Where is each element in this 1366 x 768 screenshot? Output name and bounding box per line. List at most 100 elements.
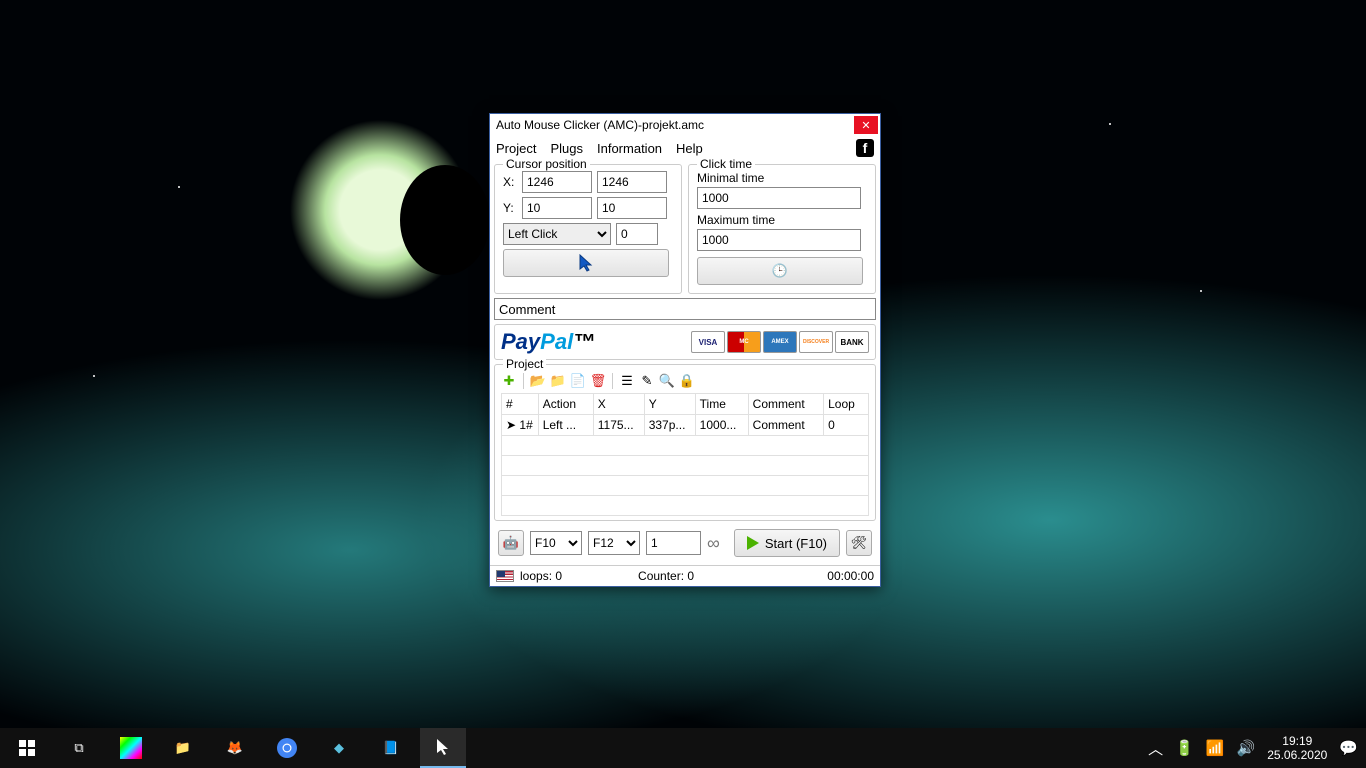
col-action[interactable]: Action <box>538 394 593 415</box>
facebook-icon[interactable]: f <box>856 139 874 157</box>
start-hotkey-select[interactable]: F10 <box>530 531 582 555</box>
col-loop[interactable]: Loop <box>824 394 869 415</box>
infinity-icon[interactable]: ∞ <box>707 533 720 554</box>
action-center-icon[interactable]: 💬 <box>1339 739 1358 757</box>
clock-icon: 🕒 <box>772 263 788 279</box>
table-row <box>502 456 869 476</box>
minimal-time-input[interactable] <box>697 187 861 209</box>
amex-card-icon: AMEX <box>763 331 797 353</box>
search-icon[interactable]: 🔍 <box>659 373 675 389</box>
list-icon[interactable]: ☰ <box>619 373 635 389</box>
taskbar-amc-app[interactable] <box>420 728 466 768</box>
cell-x: 1175... <box>593 415 644 436</box>
titlebar[interactable]: Auto Mouse Clicker (AMC)-projekt.amc ✕ <box>490 114 880 136</box>
col-num[interactable]: # <box>502 394 539 415</box>
start-menu-button[interactable] <box>4 728 50 768</box>
taskbar-firefox[interactable]: 🦊 <box>212 728 258 768</box>
pick-cursor-button[interactable] <box>503 249 669 277</box>
settings-button[interactable]: 🛠 <box>846 530 872 556</box>
comment-input[interactable] <box>494 298 876 320</box>
start-button-label: Start (F10) <box>765 536 827 551</box>
click-delay-input[interactable] <box>616 223 658 245</box>
y2-input[interactable] <box>597 197 667 219</box>
table-row <box>502 436 869 456</box>
note-icon: 📘 <box>383 740 399 756</box>
wallpaper-moon <box>400 165 490 275</box>
bank-card-icon: BANK <box>835 331 869 353</box>
table-row <box>502 496 869 516</box>
x1-input[interactable] <box>522 171 592 193</box>
mastercard-icon: MC <box>727 331 761 353</box>
menu-project[interactable]: Project <box>496 141 536 156</box>
cell-num: ➤ 1# <box>502 415 539 436</box>
click-type-select[interactable]: Left Click <box>503 223 611 245</box>
taskbar-file-explorer[interactable]: 📁 <box>160 728 206 768</box>
x-label: X: <box>503 175 517 189</box>
col-y[interactable]: Y <box>644 394 695 415</box>
open-folder-icon[interactable]: 📂 <box>530 373 546 389</box>
delete-icon[interactable]: 🗑 <box>590 373 606 389</box>
cursor-arrow-icon <box>435 738 451 756</box>
star <box>93 375 95 377</box>
wifi-icon[interactable]: 📶 <box>1206 739 1225 757</box>
cursor-arrow-icon <box>578 254 594 272</box>
project-toolbar: ✚ 📂 📁 📄 🗑 ☰ ✎ 🔍 🔒 <box>501 371 869 393</box>
col-time[interactable]: Time <box>695 394 748 415</box>
tray-chevron-icon[interactable]: ︿ <box>1148 738 1163 759</box>
table-row[interactable]: ➤ 1# Left ... 1175... 337p... 1000... Co… <box>502 415 869 436</box>
save-folder-icon[interactable]: 📁 <box>550 373 566 389</box>
language-flag-icon[interactable] <box>496 570 514 582</box>
task-view-button[interactable]: ⧉ <box>56 728 102 768</box>
rainbow-icon <box>120 737 142 759</box>
taskbar-app-rainbow[interactable] <box>108 728 154 768</box>
status-loops: loops: 0 <box>520 569 562 583</box>
volume-icon[interactable]: 🔊 <box>1237 739 1256 757</box>
taskbar-clock[interactable]: 19:19 25.06.2020 <box>1267 734 1327 763</box>
battery-icon[interactable]: 🔋 <box>1175 739 1194 757</box>
minimal-time-label: Minimal time <box>697 171 867 185</box>
separator <box>612 373 613 389</box>
paypal-panel[interactable]: PayPal™ VISA MC AMEX DISCOVER BANK <box>494 324 876 360</box>
maximum-time-input[interactable] <box>697 229 861 251</box>
row-cursor-icon: ➤ <box>506 418 516 432</box>
project-table: # Action X Y Time Comment Loop ➤ 1# Left… <box>501 393 869 516</box>
menu-plugs[interactable]: Plugs <box>550 141 583 156</box>
menu-information[interactable]: Information <box>597 141 662 156</box>
col-comment[interactable]: Comment <box>748 394 823 415</box>
statusbar: loops: 0 Counter: 0 00:00:00 <box>490 565 880 586</box>
y-label: Y: <box>503 201 517 215</box>
cell-y: 337p... <box>644 415 695 436</box>
x2-input[interactable] <box>597 171 667 193</box>
robot-icon-button[interactable]: 🤖 <box>498 530 524 556</box>
col-x[interactable]: X <box>593 394 644 415</box>
bottom-controls: 🤖 F10 F12 ∞ Start (F10) 🛠 <box>494 525 876 561</box>
status-counter: Counter: 0 <box>638 569 694 583</box>
project-legend: Project <box>503 357 546 371</box>
taskbar-chrome[interactable] <box>264 728 310 768</box>
y1-input[interactable] <box>522 197 592 219</box>
taskbar-date: 25.06.2020 <box>1267 748 1327 762</box>
table-header-row: # Action X Y Time Comment Loop <box>502 394 869 415</box>
cursor-position-group: Cursor position X: Y: Left Click <box>494 164 682 294</box>
stop-hotkey-select[interactable]: F12 <box>588 531 640 555</box>
window-title: Auto Mouse Clicker (AMC)-projekt.amc <box>496 118 854 132</box>
lock-icon[interactable]: 🔒 <box>679 373 695 389</box>
firefox-icon: 🦊 <box>227 740 243 756</box>
menu-help[interactable]: Help <box>676 141 703 156</box>
click-time-group: Click time Minimal time Maximum time 🕒 <box>688 164 876 294</box>
edit-icon[interactable]: ✎ <box>639 373 655 389</box>
taskbar-app-diamond[interactable]: ◆ <box>316 728 362 768</box>
taskbar-app-notes[interactable]: 📘 <box>368 728 414 768</box>
maximum-time-label: Maximum time <box>697 213 867 227</box>
taskbar: ⧉ 📁 🦊 ◆ 📘 ︿ 🔋 📶 🔊 19:19 25.06.2020 💬 <box>0 728 1366 768</box>
start-button[interactable]: Start (F10) <box>734 529 840 557</box>
chrome-icon <box>276 737 298 759</box>
table-row <box>502 476 869 496</box>
close-button[interactable]: ✕ <box>854 116 878 134</box>
new-file-icon[interactable]: 📄 <box>570 373 586 389</box>
loop-count-input[interactable] <box>646 531 701 555</box>
add-icon[interactable]: ✚ <box>501 373 517 389</box>
time-button[interactable]: 🕒 <box>697 257 863 285</box>
app-window: Auto Mouse Clicker (AMC)-projekt.amc ✕ P… <box>489 113 881 587</box>
click-time-legend: Click time <box>697 157 755 171</box>
